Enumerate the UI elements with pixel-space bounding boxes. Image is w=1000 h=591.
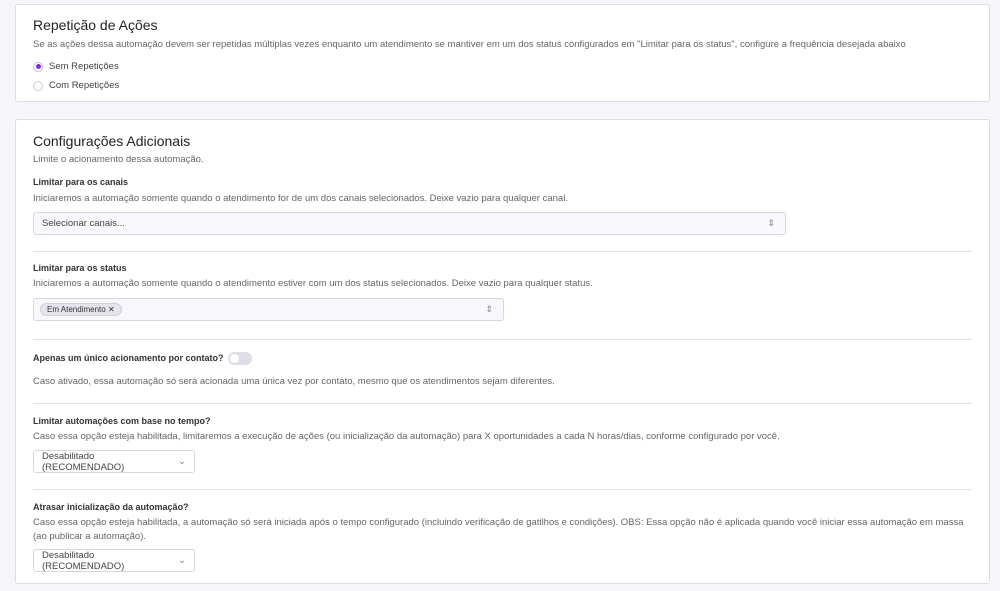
radio-unchecked-icon — [33, 81, 43, 91]
remove-tag-icon[interactable]: ✕ — [108, 305, 115, 314]
canais-select[interactable]: Selecionar canais... ⇕ — [33, 212, 786, 235]
divider — [33, 403, 972, 404]
tempo-value: Desabilitado (RECOMENDADO) — [42, 451, 170, 473]
radio-label: Sem Repetições — [49, 61, 119, 72]
radio-sem-repeticoes[interactable]: Sem Repetições — [33, 61, 119, 72]
status-select[interactable]: Em Atendimento ✕ ⇕ — [33, 298, 504, 321]
section-title: Configurações Adicionais — [33, 133, 190, 149]
config-card: Configurações Adicionais Limite o aciona… — [15, 119, 990, 584]
radio-checked-icon — [33, 62, 43, 72]
canais-label: Limitar para os canais — [33, 177, 128, 187]
tempo-label: Limitar automações com base no tempo? — [33, 416, 211, 426]
chevron-down-icon: ⌄ — [178, 456, 186, 467]
tempo-description: Caso essa opção esteja habilitada, limit… — [33, 430, 780, 444]
status-label: Limitar para os status — [33, 263, 127, 273]
unico-toggle[interactable] — [228, 352, 252, 365]
unico-label-row: Apenas um único acionamento por contato? — [33, 352, 252, 365]
divider — [33, 339, 972, 340]
section-title: Repetição de Ações — [33, 17, 158, 33]
canais-description: Iniciaremos a automação somente quando o… — [33, 192, 568, 206]
chevron-updown-icon: ⇕ — [485, 304, 493, 315]
section-description: Se as ações dessa automação devem ser re… — [33, 38, 906, 52]
radio-label: Com Repetições — [49, 80, 119, 91]
radio-com-repeticoes[interactable]: Com Repetições — [33, 80, 119, 91]
canais-placeholder: Selecionar canais... — [42, 218, 125, 229]
atrasar-dropdown[interactable]: Desabilitado (RECOMENDADO) ⌄ — [33, 549, 195, 572]
chevron-updown-icon: ⇕ — [767, 218, 775, 229]
atrasar-description: Caso essa opção esteja habilitada, a aut… — [33, 516, 973, 544]
atrasar-label: Atrasar inicialização da automação? — [33, 502, 189, 512]
section-description: Limite o acionamento dessa automação. — [33, 153, 204, 167]
atrasar-value: Desabilitado (RECOMENDADO) — [42, 550, 170, 572]
unico-description: Caso ativado, essa automação só será aci… — [33, 375, 555, 389]
repeticao-card: Repetição de Ações Se as ações dessa aut… — [15, 4, 990, 102]
divider — [33, 251, 972, 252]
tempo-dropdown[interactable]: Desabilitado (RECOMENDADO) ⌄ — [33, 450, 195, 473]
chevron-down-icon: ⌄ — [178, 555, 186, 566]
tag-label: Em Atendimento — [47, 305, 106, 314]
status-tag: Em Atendimento ✕ — [40, 303, 122, 316]
status-description: Iniciaremos a automação somente quando o… — [33, 277, 593, 291]
divider — [33, 489, 972, 490]
unico-label: Apenas um único acionamento por contato? — [33, 353, 224, 363]
